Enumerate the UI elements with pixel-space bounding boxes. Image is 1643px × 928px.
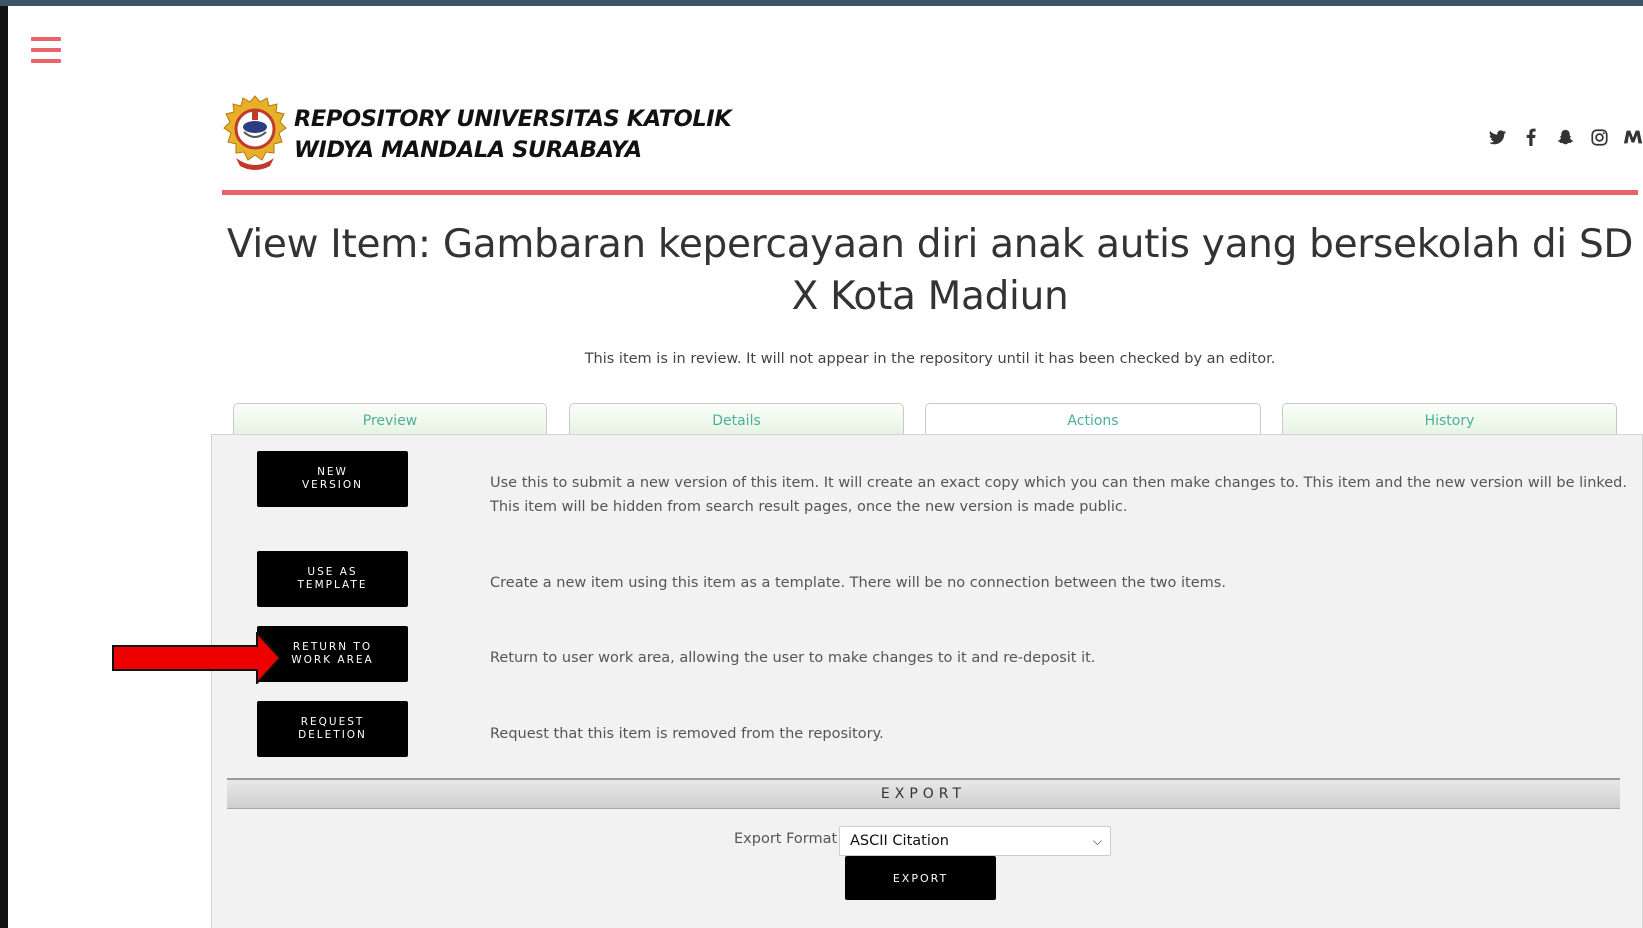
snapchat-icon[interactable]: [1555, 127, 1575, 147]
use-as-template-description: Create a new item using this item as a t…: [490, 575, 1226, 591]
page-title: View Item: Gambaran kepercayaan diri ana…: [226, 222, 1634, 319]
tab-details[interactable]: Details: [569, 403, 904, 434]
review-notice: This item is in review. It will not appe…: [584, 351, 1276, 367]
export-format-value: ASCII Citation: [850, 833, 949, 849]
export-heading: EXPORT: [227, 778, 1620, 809]
hamburger-icon[interactable]: [31, 37, 61, 64]
university-logo: [223, 95, 287, 170]
request-deletion-button[interactable]: REQUEST DELETION: [257, 701, 408, 757]
window-top-border: [0, 0, 1643, 6]
request-deletion-description: Request that this item is removed from t…: [490, 726, 884, 742]
new-version-button[interactable]: NEW VERSION: [257, 451, 408, 507]
red-arrow-annotation: [112, 632, 282, 684]
chevron-down-icon: ⌵: [1092, 834, 1102, 848]
instagram-icon[interactable]: [1589, 127, 1609, 147]
return-to-work-area-description: Return to user work area, allowing the u…: [490, 650, 1096, 666]
export-format-label: Export Format: [734, 831, 838, 847]
tab-actions[interactable]: Actions: [925, 403, 1261, 434]
social-links: [1487, 127, 1643, 147]
window-left-border: [0, 6, 8, 928]
tab-history[interactable]: History: [1282, 403, 1617, 434]
brand-line-1: REPOSITORY UNIVERSITAS KATOLIK: [294, 106, 732, 132]
twitter-icon[interactable]: [1487, 127, 1507, 147]
site-brand[interactable]: REPOSITORY UNIVERSITAS KATOLIK WIDYA MAN…: [294, 104, 732, 166]
facebook-icon[interactable]: [1521, 127, 1541, 147]
export-format-select[interactable]: ASCII Citation ⌵: [839, 826, 1111, 856]
use-as-template-button[interactable]: USE AS TEMPLATE: [257, 551, 408, 607]
mendeley-icon[interactable]: [1623, 127, 1643, 147]
tab-preview[interactable]: Preview: [233, 403, 547, 434]
brand-line-2: WIDYA MANDALA SURABAYA: [294, 137, 642, 163]
export-button[interactable]: EXPORT: [845, 856, 996, 900]
header-divider: [222, 190, 1638, 195]
new-version-description: Use this to submit a new version of this…: [490, 475, 1627, 515]
